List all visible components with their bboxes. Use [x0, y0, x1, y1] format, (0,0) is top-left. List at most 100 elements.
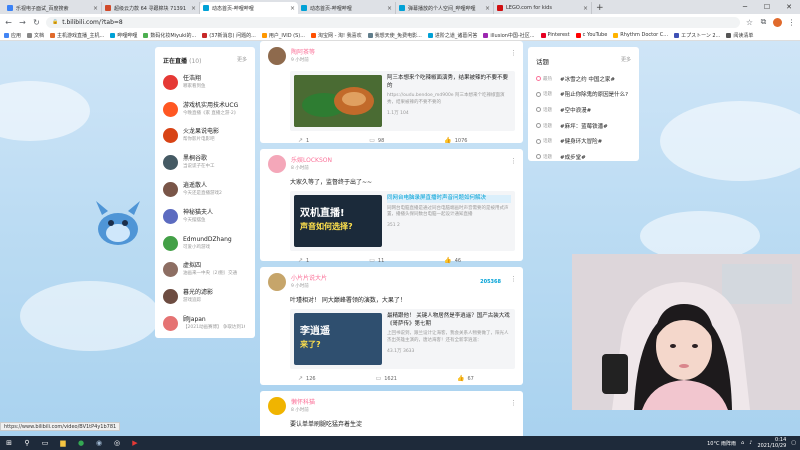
- live-avatar[interactable]: [163, 235, 178, 251]
- bookmark-item[interactable]: エプストーン 2...: [674, 32, 720, 39]
- minimize-button[interactable]: ─: [734, 0, 756, 14]
- video-thumbnail[interactable]: [294, 75, 382, 127]
- bookmark-item[interactable]: Pinterest: [540, 32, 570, 38]
- video-title[interactable]: 最精跟他！ 关键人物居然是李逍遥？国产古装大戏《哥萨传》第七期: [387, 313, 511, 328]
- live-avatar[interactable]: [163, 182, 178, 198]
- live-avatar[interactable]: [163, 101, 178, 117]
- bookmark-item[interactable]: 数码化妆Miyuki的...: [143, 32, 196, 39]
- live-avatar[interactable]: [163, 155, 178, 171]
- post-more-icon[interactable]: ⋮: [510, 49, 517, 57]
- obs-icon[interactable]: ◎: [108, 436, 126, 450]
- forward-icon[interactable]: →: [18, 18, 27, 27]
- bookmark-item[interactable]: 应用: [4, 32, 21, 39]
- bookmark-item[interactable]: 哔哩哔哩: [110, 32, 137, 39]
- tab-close-icon[interactable]: ×: [191, 5, 196, 12]
- video-thumbnail[interactable]: 李逍遥 来了?: [294, 313, 382, 365]
- live-streamer-name[interactable]: 火龙果说电影: [183, 128, 219, 136]
- profile-avatar[interactable]: [773, 17, 782, 27]
- topic-item[interactable]: 话题 #成步堂#: [528, 149, 639, 165]
- start-icon[interactable]: ⊞: [0, 436, 18, 450]
- bookmark-item[interactable]: 文档: [27, 32, 44, 39]
- share-button[interactable]: ↗ 126: [298, 375, 316, 382]
- like-button[interactable]: 👍 1076: [444, 137, 467, 144]
- live-streamer-name[interactable]: EdmundDZhang: [183, 236, 232, 244]
- live-streamer-name[interactable]: 游戏机实用技术UCG: [183, 102, 238, 110]
- tab-close-icon[interactable]: ×: [290, 5, 295, 12]
- like-button[interactable]: 👍 67: [457, 375, 474, 382]
- topic-item[interactable]: 话题 #健身环大冒险#: [528, 133, 639, 149]
- search-icon[interactable]: ⚲: [18, 436, 36, 450]
- post-more-icon[interactable]: ⋮: [510, 157, 517, 165]
- author-name[interactable]: 乐娱LOCKSON: [291, 157, 332, 165]
- like-button[interactable]: 👍 46: [444, 257, 461, 264]
- bookmark-item[interactable]: (37新消息) 问题的...: [202, 32, 256, 39]
- live-avatar[interactable]: [163, 316, 178, 332]
- browser-tab[interactable]: 弹幕播放的个人空间_哔哩哔哩 ×: [396, 2, 494, 14]
- author-avatar[interactable]: [268, 273, 286, 291]
- notification-icon[interactable]: ▢: [791, 440, 796, 446]
- comment-button[interactable]: ▭ 1621: [376, 375, 397, 382]
- reload-icon[interactable]: ↻: [32, 18, 41, 27]
- browser-tab[interactable]: 动态首页-哔哩哔哩 ×: [200, 2, 298, 14]
- author-avatar[interactable]: [268, 397, 286, 415]
- shared-video[interactable]: 双机直播! 声音如何选择? 同网台电脑录屏直播时声音问题如何解决 同网台电脑直播是通过…: [290, 191, 515, 251]
- live-item[interactable]: 火龙果说电影 帮你影片电影吧: [155, 123, 255, 150]
- video-title[interactable]: 同网台电脑录屏直播时声音问题如何解决: [387, 195, 511, 203]
- live-item[interactable]: 顾Japan【2021动画赛博】 争取达到1681: [155, 310, 255, 337]
- author-name[interactable]: 小片片说大片: [291, 275, 327, 283]
- shared-video[interactable]: 阿三本想来个吃辣椒面演秀，结果被辣的不要不要的 https://oudu.bend…: [290, 71, 515, 131]
- live-streamer-name[interactable]: 虚拟四: [183, 262, 237, 270]
- extensions-icon[interactable]: ⧉: [759, 17, 768, 27]
- video-title[interactable]: 阿三本想来个吃辣椒面演秀，结果被辣的不要不要的: [387, 75, 511, 90]
- tab-close-icon[interactable]: ×: [387, 5, 392, 12]
- media-app-icon[interactable]: ▶: [126, 436, 144, 450]
- live-avatar[interactable]: [163, 208, 178, 224]
- topic-item[interactable]: 话题 #麻坪：蓝莓铁潘#: [528, 118, 639, 134]
- live-item[interactable]: 任浩翔 哪家看到鱼: [155, 69, 255, 96]
- live-avatar[interactable]: [163, 262, 178, 278]
- browser-tab[interactable]: 乐视电子面试_百度搜索 ×: [4, 2, 102, 14]
- bookmark-item[interactable]: illusion中国-社区...: [483, 32, 535, 39]
- live-item[interactable]: 虚拟四 油画来一中央（2)鲍）交通: [155, 257, 255, 284]
- steam-icon[interactable]: ◉: [90, 436, 108, 450]
- live-item[interactable]: 神秘猫夫人 今天摆摆鱼: [155, 203, 255, 230]
- live-avatar[interactable]: [163, 128, 178, 144]
- live-item[interactable]: 逍遥散人 今天还是直播游戏2: [155, 176, 255, 203]
- author-name[interactable]: 陶阿茶等: [291, 49, 315, 57]
- post-more-icon[interactable]: ⋮: [510, 275, 517, 283]
- bookmark-item[interactable]: c YouTube: [575, 32, 607, 38]
- bookmark-item[interactable]: 进阶之道_诸葛问答: [427, 32, 477, 39]
- back-icon[interactable]: ←: [4, 18, 13, 27]
- comment-button[interactable]: ▭ 11: [369, 257, 384, 264]
- browser-tab[interactable]: 动态首页-哔哩哔哩 ×: [298, 2, 396, 14]
- tab-close-icon[interactable]: ×: [93, 5, 98, 12]
- menu-icon[interactable]: ⋮: [787, 18, 796, 27]
- bookmark-item[interactable]: Rhythm Doctor C...: [613, 32, 668, 38]
- author-avatar[interactable]: [268, 155, 286, 173]
- live-streamer-name[interactable]: 黑桐谷歌: [183, 155, 215, 163]
- live-more-link[interactable]: 更多: [237, 56, 247, 65]
- share-button[interactable]: ↗ 1: [298, 137, 309, 144]
- bookmark-item[interactable]: 用户_IVID (S)...: [261, 32, 305, 39]
- clock[interactable]: 0:14 2021/10/29: [757, 437, 786, 449]
- live-item[interactable]: EdmundDZhang 可爱小鸡游戏: [155, 230, 255, 257]
- topic-item[interactable]: 话题 #空中浪漫#: [528, 102, 639, 118]
- live-item[interactable]: 黑桐谷歌 当说谎子在中工: [155, 149, 255, 176]
- maximize-button[interactable]: ☐: [756, 0, 778, 14]
- browser-tab[interactable]: LEGO.com for kids ×: [494, 2, 592, 14]
- bookmark-item[interactable]: 淘宝网 - 淘! 我喜欢: [311, 32, 362, 39]
- bookmark-item[interactable]: 阅读清单: [726, 32, 753, 39]
- tab-close-icon[interactable]: ×: [485, 5, 490, 12]
- bookmark-item[interactable]: 主机游戏直播_主机...: [50, 32, 104, 39]
- browser-tab[interactable]: 超级云力款 64 寻跟棉块 71391 ×: [102, 2, 200, 14]
- live-streamer-name[interactable]: 任浩翔: [183, 75, 206, 83]
- live-avatar[interactable]: [163, 74, 178, 90]
- volume-icon[interactable]: ♪: [749, 440, 752, 446]
- video-thumbnail[interactable]: 双机直播! 声音如何选择?: [294, 195, 382, 247]
- new-tab-button[interactable]: +: [596, 2, 604, 14]
- chrome-icon[interactable]: ●: [72, 436, 90, 450]
- tab-close-icon[interactable]: ×: [583, 5, 588, 12]
- comment-button[interactable]: ▭ 98: [369, 137, 384, 144]
- bookmark-item[interactable]: 我想天使_免费电影...: [367, 32, 422, 39]
- close-window-button[interactable]: ✕: [778, 0, 800, 14]
